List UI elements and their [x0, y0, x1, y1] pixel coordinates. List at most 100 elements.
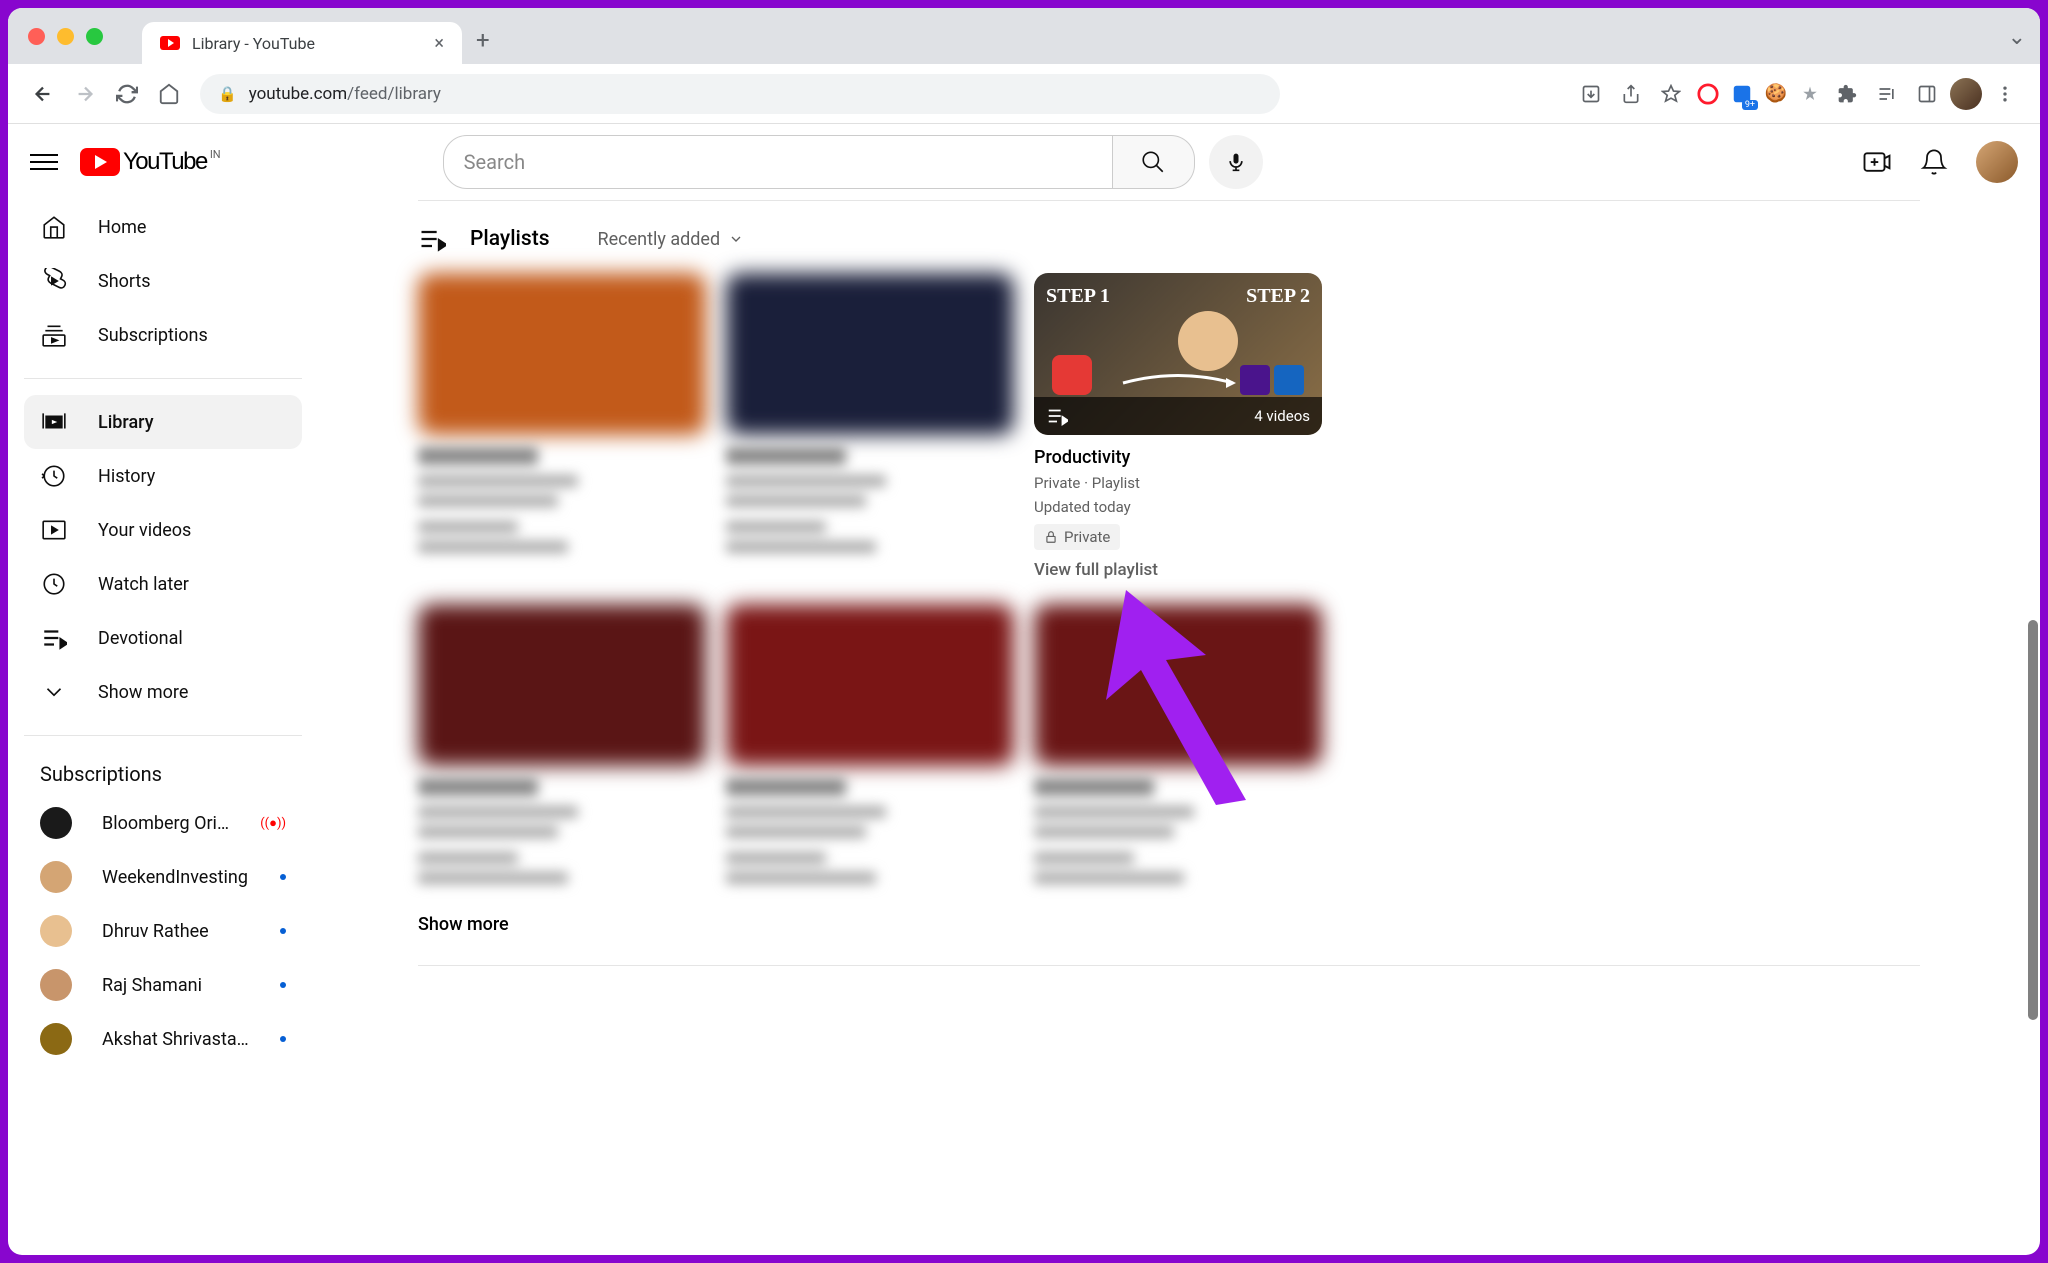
sidebar-item-history[interactable]: History	[24, 449, 302, 503]
maximize-window-button[interactable]	[86, 28, 103, 45]
youtube-play-icon	[80, 148, 120, 176]
subscription-item[interactable]: Dhruv Rathee	[24, 904, 302, 958]
extension-gray-icon[interactable]	[1796, 80, 1824, 108]
home-icon	[40, 213, 68, 241]
sidebar-item-watch-later[interactable]: Watch later	[24, 557, 302, 611]
sidebar-item-label: Watch later	[98, 574, 189, 595]
sidebar-item-label: Library	[98, 412, 154, 433]
account-avatar[interactable]	[1976, 141, 2018, 183]
create-button[interactable]	[1862, 147, 1892, 177]
playlist-card[interactable]	[418, 273, 706, 580]
subscription-item[interactable]: Akshat Shrivasta...	[24, 1012, 302, 1066]
sidebar-item-show-more[interactable]: Show more	[24, 665, 302, 719]
playlist-overlay-icon	[1046, 405, 1068, 427]
extension-opera-icon[interactable]	[1694, 80, 1722, 108]
reload-button[interactable]	[110, 77, 144, 111]
sidebar-item-your-videos[interactable]: Your videos	[24, 503, 302, 557]
search-input[interactable]: Search	[443, 135, 1113, 189]
subscription-item[interactable]: Raj Shamani	[24, 958, 302, 1012]
youtube-header: YouTube IN Search	[8, 124, 2040, 200]
install-button[interactable]	[1574, 77, 1608, 111]
channel-avatar	[40, 807, 72, 839]
sidebar-item-label: Devotional	[98, 628, 183, 649]
sidebar-item-label: Subscriptions	[98, 325, 208, 346]
channel-avatar	[40, 969, 72, 1001]
subscription-item[interactable]: Bloomberg Origi...((●))	[24, 796, 302, 850]
channel-avatar	[40, 915, 72, 947]
close-tab-button[interactable]: ×	[434, 33, 444, 54]
playlist-card[interactable]	[418, 604, 706, 884]
shorts-icon	[40, 267, 68, 295]
forward-button[interactable]	[68, 77, 102, 111]
channel-name: WeekendInvesting	[102, 867, 250, 888]
guide-menu-button[interactable]	[30, 149, 58, 175]
main-content: Playlists Recently added STEP 1 STEP 2 4…	[318, 200, 2040, 1255]
channel-name: Bloomberg Origi...	[102, 813, 230, 834]
scrollbar[interactable]	[2028, 620, 2038, 1020]
sidepanel-button[interactable]	[1910, 77, 1944, 111]
extension-cookie-icon[interactable]: 🍪	[1762, 80, 1790, 108]
extension-blue-icon[interactable]: 9+	[1728, 80, 1756, 108]
address-bar[interactable]: 🔒 youtube.com/feed/library	[200, 74, 1280, 114]
playlist-thumbnail[interactable]	[726, 604, 1014, 766]
playlist-card[interactable]	[726, 604, 1014, 884]
playlist-thumbnail[interactable]: STEP 1 STEP 2 4 videos	[1034, 273, 1322, 435]
close-window-button[interactable]	[28, 28, 45, 45]
channel-name: Dhruv Rathee	[102, 921, 250, 942]
view-full-playlist-link[interactable]: View full playlist	[1034, 560, 1322, 580]
history-icon	[40, 462, 68, 490]
extensions-button[interactable]	[1830, 77, 1864, 111]
tabs-menu-button[interactable]: ⌄	[2008, 25, 2026, 50]
tab-title: Library - YouTube	[192, 34, 422, 53]
new-content-dot	[280, 874, 286, 880]
channel-avatar	[40, 861, 72, 893]
sidebar-item-label: History	[98, 466, 155, 487]
channel-name: Akshat Shrivasta...	[102, 1029, 250, 1050]
browser-tab[interactable]: Library - YouTube ×	[142, 22, 462, 64]
subscriptions-heading: Subscriptions	[24, 752, 302, 796]
sidebar-item-devotional[interactable]: Devotional	[24, 611, 302, 665]
show-more-button[interactable]: Show more	[418, 914, 1920, 935]
media-button[interactable]	[1870, 77, 1904, 111]
share-button[interactable]	[1614, 77, 1648, 111]
your-videos-icon	[40, 516, 68, 544]
new-tab-button[interactable]: +	[476, 26, 490, 54]
browser-menu-button[interactable]	[1988, 77, 2022, 111]
notifications-button[interactable]	[1920, 148, 1948, 176]
sort-dropdown[interactable]: Recently added	[598, 229, 745, 250]
playlist-card[interactable]	[1034, 604, 1322, 884]
subscriptions-icon	[40, 321, 68, 349]
playlist-thumbnail[interactable]	[1034, 604, 1322, 766]
back-button[interactable]	[26, 77, 60, 111]
sidebar-item-subscriptions[interactable]: Subscriptions	[24, 308, 302, 362]
sidebar-item-home[interactable]: Home	[24, 200, 302, 254]
playlist-title[interactable]: Productivity	[1034, 447, 1322, 468]
home-button[interactable]	[152, 77, 186, 111]
browser-toolbar: 🔒 youtube.com/feed/library 9+ 🍪	[8, 64, 2040, 124]
sidebar-item-library[interactable]: Library	[24, 395, 302, 449]
sidebar-item-label: Your videos	[98, 520, 191, 541]
playlist-card[interactable]: STEP 1 STEP 2 4 videos Productivity Priv…	[1034, 273, 1322, 580]
new-content-dot	[280, 982, 286, 988]
search-button[interactable]	[1113, 135, 1195, 189]
subscription-item[interactable]: WeekendInvesting	[24, 850, 302, 904]
playlist-meta: Private · Playlist	[1034, 474, 1322, 492]
new-content-dot	[280, 1036, 286, 1042]
playlist-thumbnail[interactable]	[418, 604, 706, 766]
bookmark-button[interactable]	[1654, 77, 1688, 111]
browser-profile-avatar[interactable]	[1950, 78, 1982, 110]
playlist-icon	[40, 624, 68, 652]
voice-search-button[interactable]	[1209, 135, 1263, 189]
lock-icon: 🔒	[218, 85, 237, 103]
sidebar-item-shorts[interactable]: Shorts	[24, 254, 302, 308]
youtube-logo[interactable]: YouTube IN	[80, 148, 221, 176]
minimize-window-button[interactable]	[57, 28, 74, 45]
playlist-card[interactable]	[726, 273, 1014, 580]
playlist-thumbnail[interactable]	[418, 273, 706, 435]
sidebar: Home Shorts Subscriptions Library History Yo…	[8, 200, 318, 1255]
new-content-dot	[280, 928, 286, 934]
youtube-wordmark: YouTube	[123, 148, 207, 176]
playlist-thumbnail[interactable]	[726, 273, 1014, 435]
sidebar-item-label: Shorts	[98, 271, 151, 292]
sidebar-item-label: Home	[98, 217, 146, 238]
